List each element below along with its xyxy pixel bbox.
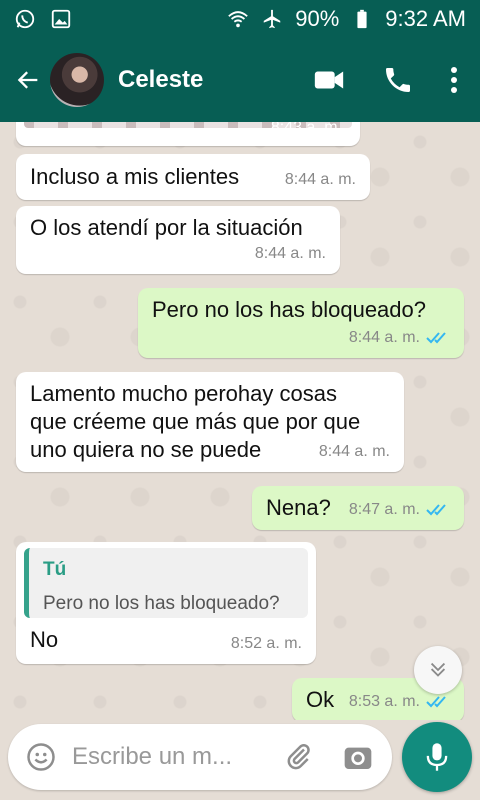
more-vert-icon[interactable] bbox=[450, 66, 458, 94]
message-input[interactable]: Escribe un m... bbox=[72, 743, 252, 771]
message-time: 8:47 a. m. bbox=[348, 501, 420, 518]
message-time: 8:44 a. m. bbox=[254, 245, 326, 262]
read-receipt-icon bbox=[426, 504, 446, 516]
message-time: 8:43 a. m. bbox=[270, 122, 342, 136]
message-list[interactable]: 8:43 a. m. Incluso a mis clientes 8:44 a… bbox=[0, 122, 480, 720]
message-incoming[interactable]: Incluso a mis clientes 8:44 a. m. bbox=[16, 154, 370, 200]
contact-name[interactable]: Celeste bbox=[118, 66, 203, 94]
status-time: 9:32 AM bbox=[385, 6, 466, 31]
image-message[interactable]: 8:43 a. m. bbox=[16, 122, 360, 146]
message-time: 8:44 a. m. bbox=[284, 171, 356, 188]
whatsapp-icon bbox=[15, 9, 35, 29]
message-line: que créeme que más que por que bbox=[30, 409, 361, 434]
video-call-icon[interactable] bbox=[312, 63, 346, 97]
battery-percent: 90% bbox=[295, 6, 340, 31]
airplane-icon bbox=[263, 9, 281, 29]
battery-icon bbox=[357, 9, 367, 29]
wifi-icon bbox=[228, 11, 249, 28]
quoted-message[interactable]: Tú Pero no los has bloqueado? bbox=[24, 548, 308, 618]
message-composer: Escribe un m... bbox=[8, 724, 392, 790]
arrow-back-icon bbox=[17, 71, 38, 89]
attach-icon[interactable] bbox=[284, 742, 314, 772]
camera-icon[interactable] bbox=[342, 741, 374, 773]
message-text: Ok bbox=[306, 687, 335, 712]
message-time: 8:52 a. m. bbox=[230, 635, 302, 652]
message-line: uno quiera no se puede bbox=[30, 437, 262, 462]
message-incoming-reply[interactable]: Tú Pero no los has bloqueado? No 8:52 a.… bbox=[16, 542, 316, 664]
message-line: Lamento mucho perohay cosas bbox=[30, 381, 337, 406]
status-bar: 90% 9:32 AM bbox=[0, 0, 480, 38]
double-chevron-down-icon bbox=[430, 662, 446, 677]
message-text: Lamento mucho perohay cosas que créeme q… bbox=[30, 380, 360, 464]
message-outgoing[interactable]: Pero no los has bloqueado? 8:44 a. m. bbox=[138, 288, 464, 358]
quoted-author: Tú bbox=[43, 559, 67, 580]
read-receipt-icon bbox=[426, 332, 446, 344]
message-status: 8:44 a. m. bbox=[349, 324, 450, 352]
message-status: 8:47 a. m. bbox=[349, 496, 450, 524]
back-button[interactable] bbox=[6, 58, 50, 102]
message-text: O los atendí por la situación bbox=[30, 215, 303, 240]
voice-message-button[interactable] bbox=[402, 722, 472, 792]
message-text: Nena? bbox=[266, 495, 331, 520]
contact-avatar[interactable] bbox=[50, 53, 104, 107]
chat-header: Celeste bbox=[0, 38, 480, 122]
read-receipt-icon bbox=[426, 696, 446, 708]
message-text: Pero no los has bloqueado? bbox=[152, 297, 426, 322]
phone-icon[interactable] bbox=[382, 64, 414, 96]
message-text: Incluso a mis clientes bbox=[30, 164, 240, 189]
message-time: 8:44 a. m. bbox=[348, 329, 420, 346]
message-incoming[interactable]: O los atendí por la situación 8:44 a. m. bbox=[16, 206, 340, 274]
image-icon bbox=[51, 9, 71, 29]
microphone-icon bbox=[426, 743, 448, 771]
scroll-to-bottom-button[interactable] bbox=[414, 646, 462, 694]
quoted-text: Pero no los has bloqueado? bbox=[43, 593, 280, 614]
message-text: No bbox=[30, 627, 59, 652]
message-incoming[interactable]: Lamento mucho perohay cosas que créeme q… bbox=[16, 372, 404, 472]
emoji-icon[interactable] bbox=[26, 742, 56, 772]
message-time: 8:53 a. m. bbox=[348, 693, 420, 710]
message-time: 8:44 a. m. bbox=[318, 443, 390, 460]
message-outgoing[interactable]: Nena? 8:47 a. m. bbox=[252, 486, 464, 530]
